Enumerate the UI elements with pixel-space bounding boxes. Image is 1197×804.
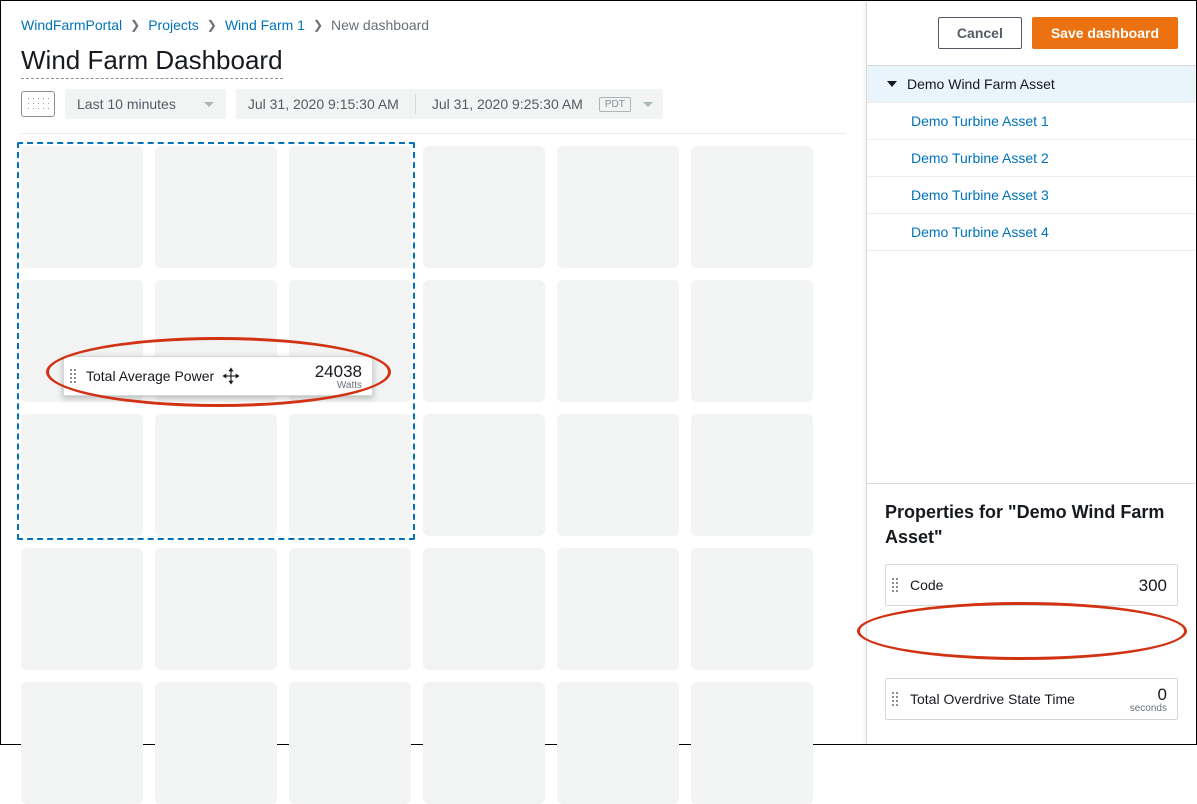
grid-cell[interactable] (423, 548, 545, 670)
dashboard-grid[interactable] (21, 146, 846, 804)
property-row-placeholder (885, 620, 1178, 664)
breadcrumb-current: New dashboard (331, 17, 429, 33)
time-range-preset-dropdown[interactable]: Last 10 minutes (65, 89, 226, 119)
grid-cell[interactable] (423, 146, 545, 268)
breadcrumb: WindFarmPortal ❯ Projects ❯ Wind Farm 1 … (21, 17, 846, 33)
property-unit: seconds (1130, 703, 1167, 714)
keyboard-icon[interactable] (21, 91, 55, 117)
grid-cell[interactable] (557, 548, 679, 670)
caret-down-icon (887, 81, 897, 87)
grid-cell[interactable] (691, 146, 813, 268)
grid-cell[interactable] (155, 548, 277, 670)
asset-tree: Demo Wind Farm Asset Demo Turbine Asset … (867, 65, 1196, 483)
time-range-absolute-picker[interactable]: Jul 31, 2020 9:15:30 AM Jul 31, 2020 9:2… (236, 89, 663, 119)
grid-cell[interactable] (691, 280, 813, 402)
dragging-property-label: Total Average Power (86, 368, 214, 384)
property-row[interactable]: Total Overdrive State Time 0 seconds (885, 678, 1178, 720)
grid-cell[interactable] (289, 682, 411, 804)
page-title[interactable]: Wind Farm Dashboard (21, 45, 283, 79)
grid-cell[interactable] (557, 280, 679, 402)
grid-cell[interactable] (423, 280, 545, 402)
grip-icon (892, 578, 900, 592)
breadcrumb-link-windfarm1[interactable]: Wind Farm 1 (225, 17, 305, 33)
chevron-right-icon: ❯ (313, 18, 323, 32)
grid-cell[interactable] (289, 548, 411, 670)
grid-cell[interactable] (155, 414, 277, 536)
grip-icon (70, 369, 78, 383)
chevron-down-icon (643, 102, 653, 107)
grid-cell[interactable] (557, 682, 679, 804)
chevron-right-icon: ❯ (207, 18, 217, 32)
timezone-badge: PDT (599, 97, 631, 112)
asset-tree-item[interactable]: Demo Turbine Asset 4 (867, 214, 1196, 251)
divider (21, 133, 846, 134)
asset-tree-item[interactable]: Demo Turbine Asset 1 (867, 103, 1196, 140)
chevron-right-icon: ❯ (130, 18, 140, 32)
grid-cell[interactable] (289, 414, 411, 536)
grid-cell[interactable] (21, 146, 143, 268)
grid-cell[interactable] (21, 548, 143, 670)
separator (415, 94, 416, 114)
asset-tree-root-label: Demo Wind Farm Asset (907, 76, 1055, 92)
breadcrumb-link-portal[interactable]: WindFarmPortal (21, 17, 122, 33)
grid-cell[interactable] (557, 146, 679, 268)
time-to-label: Jul 31, 2020 9:25:30 AM (432, 96, 583, 112)
sidebar: Cancel Save dashboard Demo Wind Farm Ass… (866, 1, 1196, 744)
chevron-down-icon (204, 102, 214, 107)
property-name: Total Overdrive State Time (910, 691, 1075, 707)
time-from-label: Jul 31, 2020 9:15:30 AM (248, 96, 399, 112)
sidebar-actions: Cancel Save dashboard (867, 1, 1196, 65)
grid-cell[interactable] (155, 146, 277, 268)
asset-tree-item[interactable]: Demo Turbine Asset 3 (867, 177, 1196, 214)
grid-cell[interactable] (423, 682, 545, 804)
dragging-property-card[interactable]: Total Average Power 24038 Watts (63, 356, 373, 396)
cancel-button[interactable]: Cancel (938, 17, 1022, 49)
move-cursor-icon (222, 367, 240, 385)
dragging-property-value: 24038 (315, 362, 362, 382)
property-name: Code (910, 577, 943, 593)
grid-cell[interactable] (21, 414, 143, 536)
asset-tree-item[interactable]: Demo Turbine Asset 2 (867, 140, 1196, 177)
grid-cell[interactable] (691, 682, 813, 804)
breadcrumb-link-projects[interactable]: Projects (148, 17, 199, 33)
property-value: 300 (1139, 576, 1167, 596)
grid-cell[interactable] (691, 414, 813, 536)
main-canvas: WindFarmPortal ❯ Projects ❯ Wind Farm 1 … (1, 1, 866, 744)
property-row[interactable]: Code 300 (885, 564, 1178, 606)
time-range-bar: Last 10 minutes Jul 31, 2020 9:15:30 AM … (21, 89, 846, 119)
grid-cell[interactable] (155, 682, 277, 804)
properties-panel-title: Properties for "Demo Wind Farm Asset" (885, 500, 1178, 550)
grid-cell[interactable] (423, 414, 545, 536)
grid-cell[interactable] (557, 414, 679, 536)
save-dashboard-button[interactable]: Save dashboard (1032, 17, 1178, 49)
grid-cell[interactable] (289, 146, 411, 268)
property-value: 0 (1130, 685, 1167, 705)
time-range-preset-label: Last 10 minutes (77, 96, 176, 112)
asset-tree-root[interactable]: Demo Wind Farm Asset (867, 66, 1196, 103)
properties-panel: Properties for "Demo Wind Farm Asset" Co… (867, 483, 1196, 744)
grip-icon (892, 692, 900, 706)
grid-cell[interactable] (691, 548, 813, 670)
grid-cell[interactable] (21, 682, 143, 804)
